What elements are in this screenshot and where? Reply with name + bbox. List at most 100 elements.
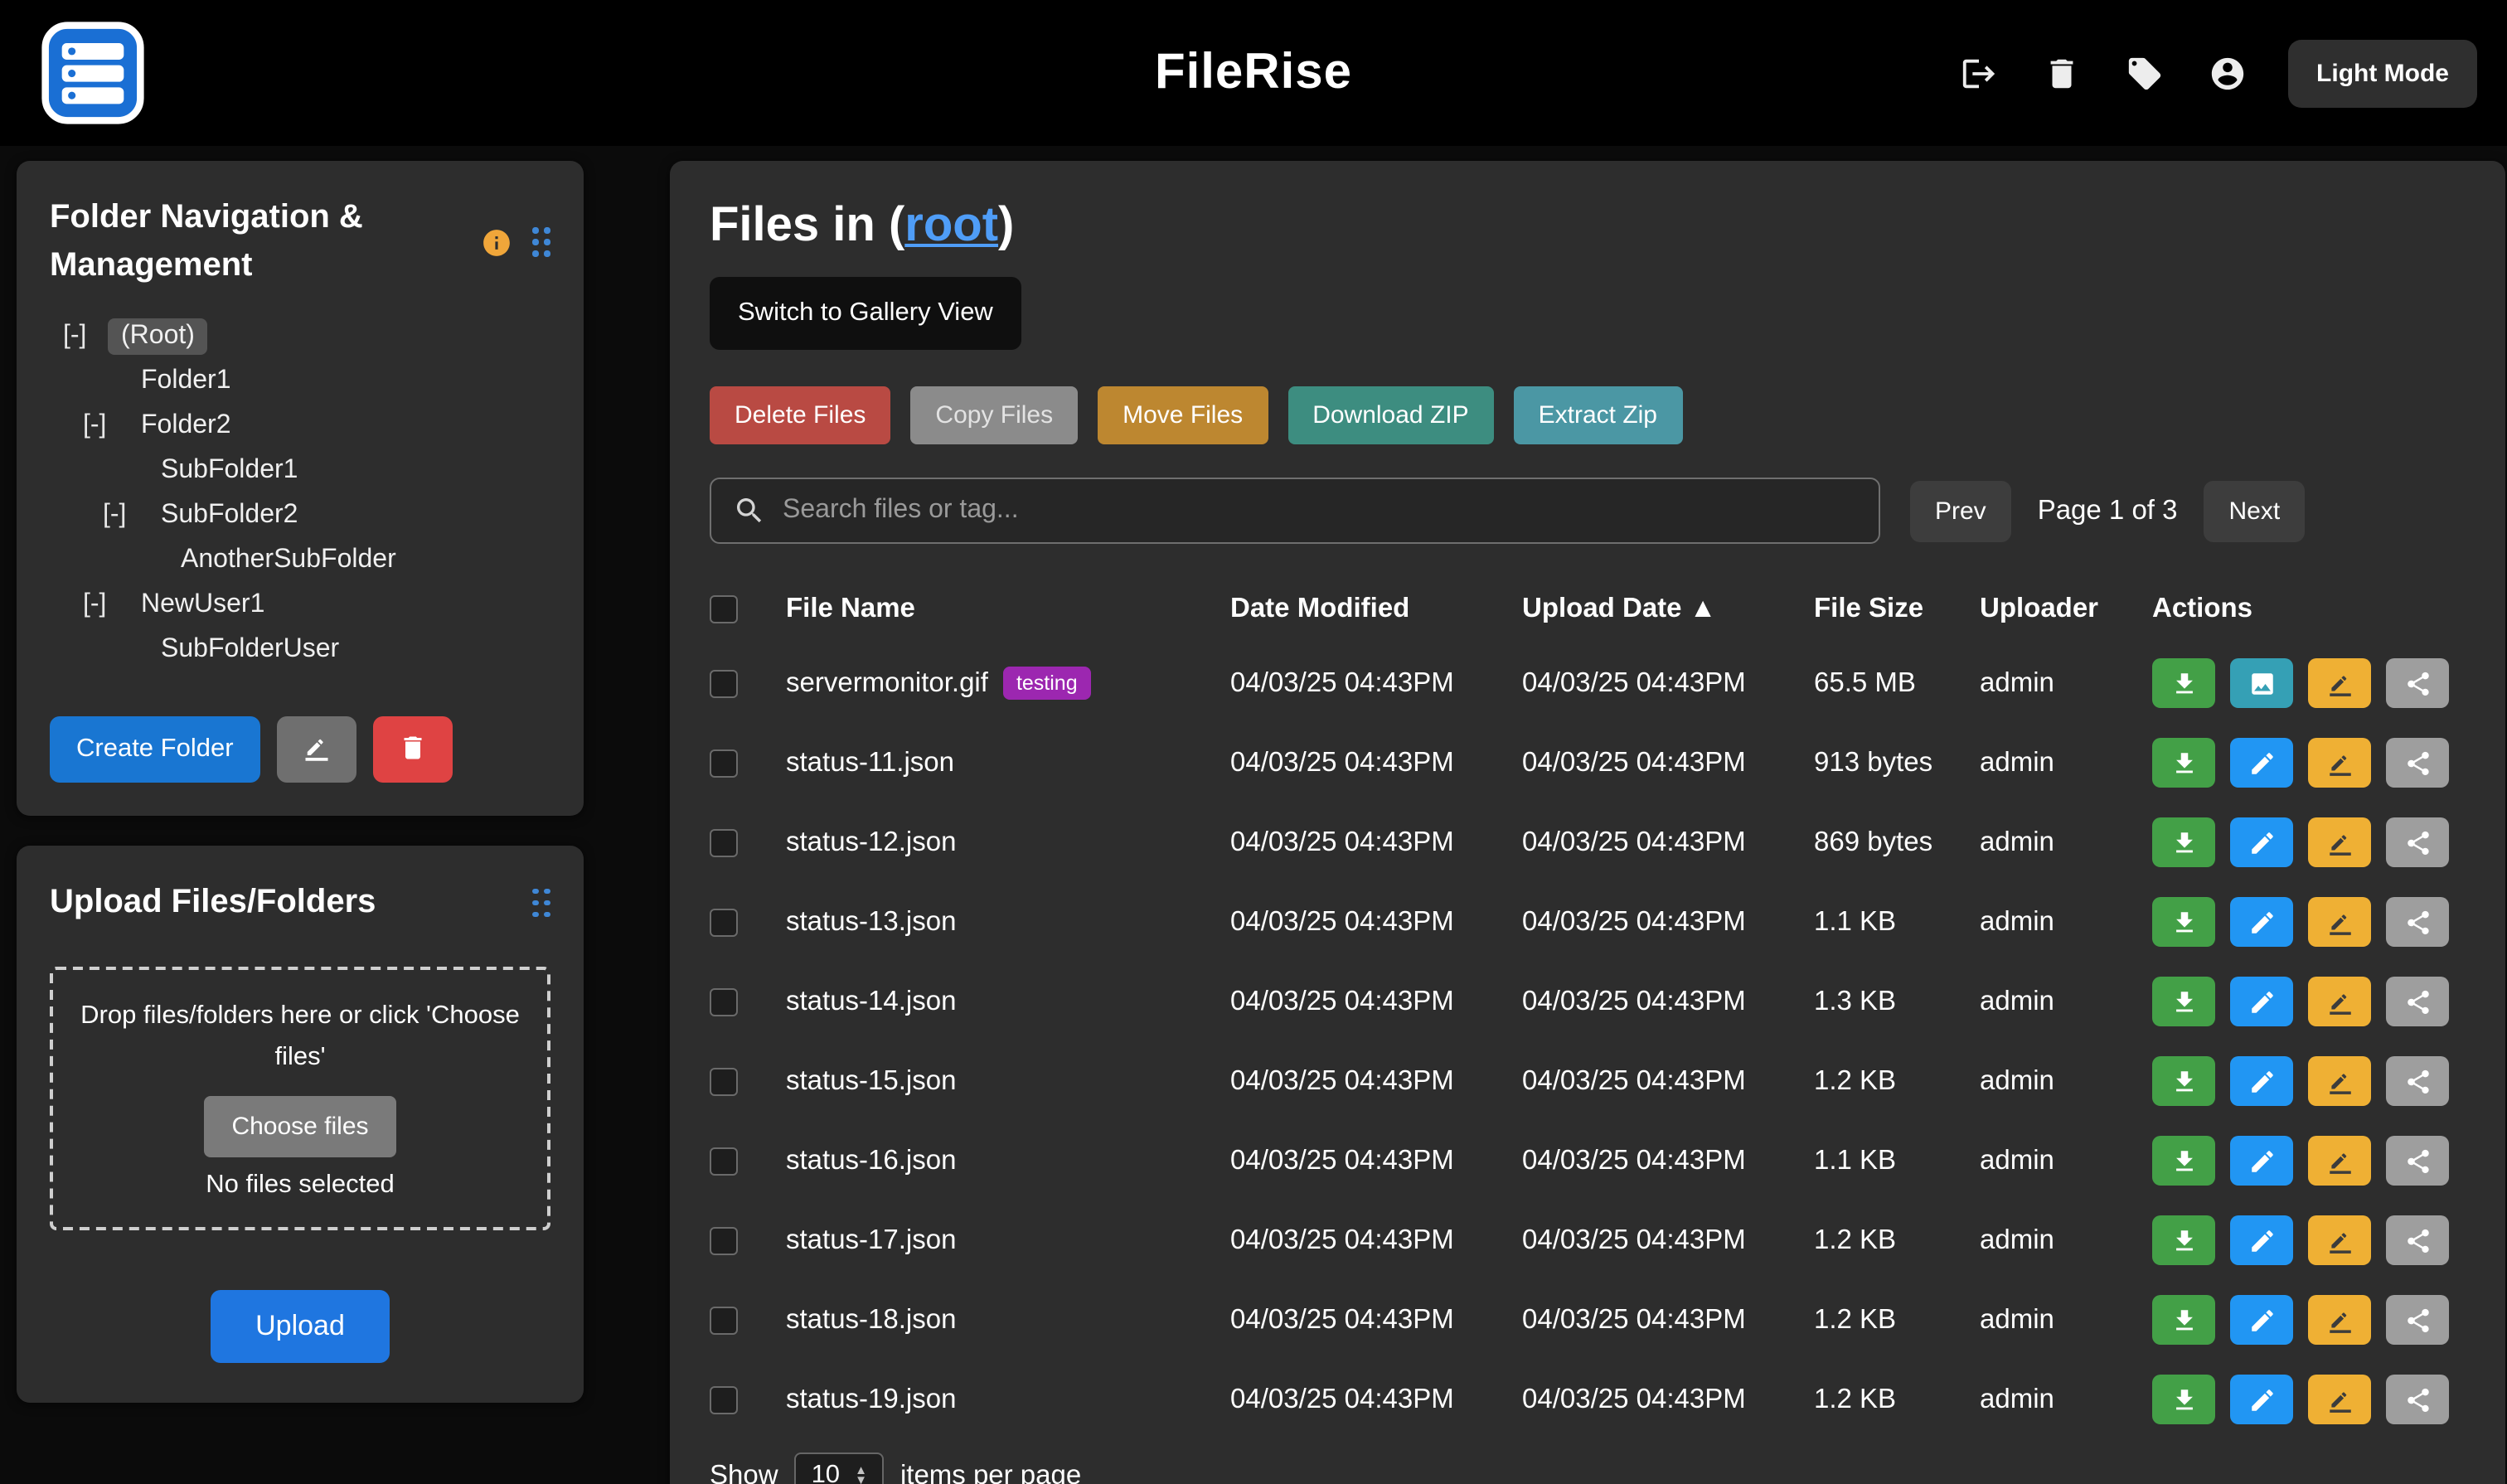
row-checkbox[interactable] <box>710 1306 738 1334</box>
zip-files-button[interactable]: Download ZIP <box>1287 386 1493 444</box>
share-file-button[interactable] <box>2386 1136 2449 1186</box>
download-button[interactable] <box>2152 1215 2215 1265</box>
delete-files-button[interactable]: Delete Files <box>710 386 890 444</box>
share-file-button[interactable] <box>2386 897 2449 947</box>
root-folder-link[interactable]: root <box>904 199 998 252</box>
rename-file-button[interactable] <box>2308 1215 2371 1265</box>
column-header[interactable]: Upload Date ▲ <box>1522 593 1814 624</box>
share-file-button[interactable] <box>2386 977 2449 1026</box>
file-name[interactable]: status-11.json <box>786 747 954 778</box>
tree-folder-label[interactable]: (Root) <box>108 318 208 354</box>
rename-file-button[interactable] <box>2308 738 2371 788</box>
edit-file-button[interactable] <box>2230 1295 2293 1345</box>
share-file-button[interactable] <box>2386 1295 2449 1345</box>
tree-folder-label[interactable]: SubFolder2 <box>148 497 311 533</box>
row-checkbox[interactable] <box>710 1147 738 1175</box>
file-name[interactable]: status-19.json <box>786 1384 956 1415</box>
drag-handle-icon[interactable] <box>532 227 550 257</box>
edit-file-button[interactable] <box>2230 1215 2293 1265</box>
tree-folder-label[interactable]: Folder1 <box>128 362 245 399</box>
move-files-button[interactable]: Move Files <box>1098 386 1268 444</box>
choose-files-button[interactable]: Choose files <box>203 1095 396 1157</box>
rename-file-button[interactable] <box>2308 1056 2371 1106</box>
tree-collapse-toggle[interactable]: [-] <box>83 589 118 619</box>
download-button[interactable] <box>2152 1375 2215 1424</box>
row-checkbox[interactable] <box>710 1226 738 1254</box>
tree-item[interactable]: [-] Folder2 <box>50 403 550 448</box>
tree-collapse-toggle[interactable]: [-] <box>83 410 118 440</box>
tree-folder-label[interactable]: AnotherSubFolder <box>167 541 410 578</box>
file-name[interactable]: status-16.json <box>786 1145 956 1176</box>
file-name[interactable]: status-14.json <box>786 986 956 1017</box>
file-name[interactable]: status-15.json <box>786 1065 956 1097</box>
download-button[interactable] <box>2152 977 2215 1026</box>
tree-item[interactable]: [-] (Root) <box>50 313 550 358</box>
tree-folder-label[interactable]: NewUser1 <box>128 586 278 623</box>
edit-file-button[interactable] <box>2230 738 2293 788</box>
share-file-button[interactable] <box>2386 1215 2449 1265</box>
extract-files-button[interactable]: Extract Zip <box>1514 386 1682 444</box>
column-header[interactable]: Uploader <box>1980 593 2152 624</box>
switch-gallery-view-button[interactable]: Switch to Gallery View <box>710 277 1021 350</box>
download-button[interactable] <box>2152 1136 2215 1186</box>
tree-collapse-toggle[interactable]: [-] <box>103 500 138 530</box>
download-button[interactable] <box>2152 738 2215 788</box>
row-checkbox[interactable] <box>710 1067 738 1095</box>
edit-file-button[interactable] <box>2230 817 2293 867</box>
copy-files-button[interactable]: Copy Files <box>910 386 1078 444</box>
info-icon[interactable] <box>481 226 512 258</box>
tree-item[interactable]: SubFolder1 <box>50 448 550 492</box>
row-checkbox[interactable] <box>710 1385 738 1414</box>
share-file-button[interactable] <box>2386 1375 2449 1424</box>
rename-file-button[interactable] <box>2308 658 2371 708</box>
next-page-button[interactable]: Next <box>2204 480 2306 541</box>
share-file-button[interactable] <box>2386 738 2449 788</box>
rename-file-button[interactable] <box>2308 1295 2371 1345</box>
download-button[interactable] <box>2152 1295 2215 1345</box>
file-name[interactable]: status-12.json <box>786 827 956 858</box>
tree-item[interactable]: AnotherSubFolder <box>50 537 550 582</box>
tree-folder-label[interactable]: Folder2 <box>128 407 245 444</box>
column-header[interactable]: Date Modified <box>1230 593 1522 624</box>
file-name[interactable]: servermonitor.gif <box>786 667 988 699</box>
edit-file-button[interactable] <box>2230 1375 2293 1424</box>
row-checkbox[interactable] <box>710 987 738 1016</box>
tree-item[interactable]: Folder1 <box>50 358 550 403</box>
app-logo[interactable] <box>40 20 146 126</box>
light-mode-button[interactable]: Light Mode <box>2288 39 2477 107</box>
rename-file-button[interactable] <box>2308 817 2371 867</box>
search-input[interactable] <box>783 496 1879 526</box>
row-checkbox[interactable] <box>710 749 738 777</box>
rename-file-button[interactable] <box>2308 977 2371 1026</box>
edit-file-button[interactable] <box>2230 897 2293 947</box>
rename-file-button[interactable] <box>2308 897 2371 947</box>
rename-file-button[interactable] <box>2308 1375 2371 1424</box>
share-file-button[interactable] <box>2386 658 2449 708</box>
row-checkbox[interactable] <box>710 669 738 697</box>
row-checkbox[interactable] <box>710 828 738 856</box>
column-header[interactable]: File Name <box>786 593 1230 624</box>
tree-item[interactable]: [-] SubFolder2 <box>50 492 550 537</box>
tree-collapse-toggle[interactable]: [-] <box>63 321 98 351</box>
create-folder-button[interactable]: Create Folder <box>50 716 260 783</box>
tree-item[interactable]: SubFolderUser <box>50 627 550 672</box>
drag-handle-icon[interactable] <box>532 888 550 918</box>
file-name[interactable]: status-13.json <box>786 906 956 938</box>
tree-folder-label[interactable]: SubFolder1 <box>148 452 311 488</box>
preview-image-button[interactable] <box>2230 658 2293 708</box>
file-name[interactable]: status-18.json <box>786 1304 956 1336</box>
download-button[interactable] <box>2152 897 2215 947</box>
select-all-checkbox[interactable] <box>710 594 738 623</box>
share-file-button[interactable] <box>2386 1056 2449 1106</box>
tree-item[interactable]: [-] NewUser1 <box>50 582 550 627</box>
prev-page-button[interactable]: Prev <box>1910 480 2011 541</box>
rename-folder-button[interactable] <box>277 716 356 783</box>
items-per-page-select[interactable]: 10 ▲▼ <box>795 1452 884 1484</box>
rename-file-button[interactable] <box>2308 1136 2371 1186</box>
account-icon[interactable] <box>2209 54 2247 92</box>
tag-icon[interactable] <box>2126 54 2164 92</box>
edit-file-button[interactable] <box>2230 977 2293 1026</box>
download-button[interactable] <box>2152 817 2215 867</box>
edit-file-button[interactable] <box>2230 1056 2293 1106</box>
logout-icon[interactable] <box>1960 54 1998 92</box>
